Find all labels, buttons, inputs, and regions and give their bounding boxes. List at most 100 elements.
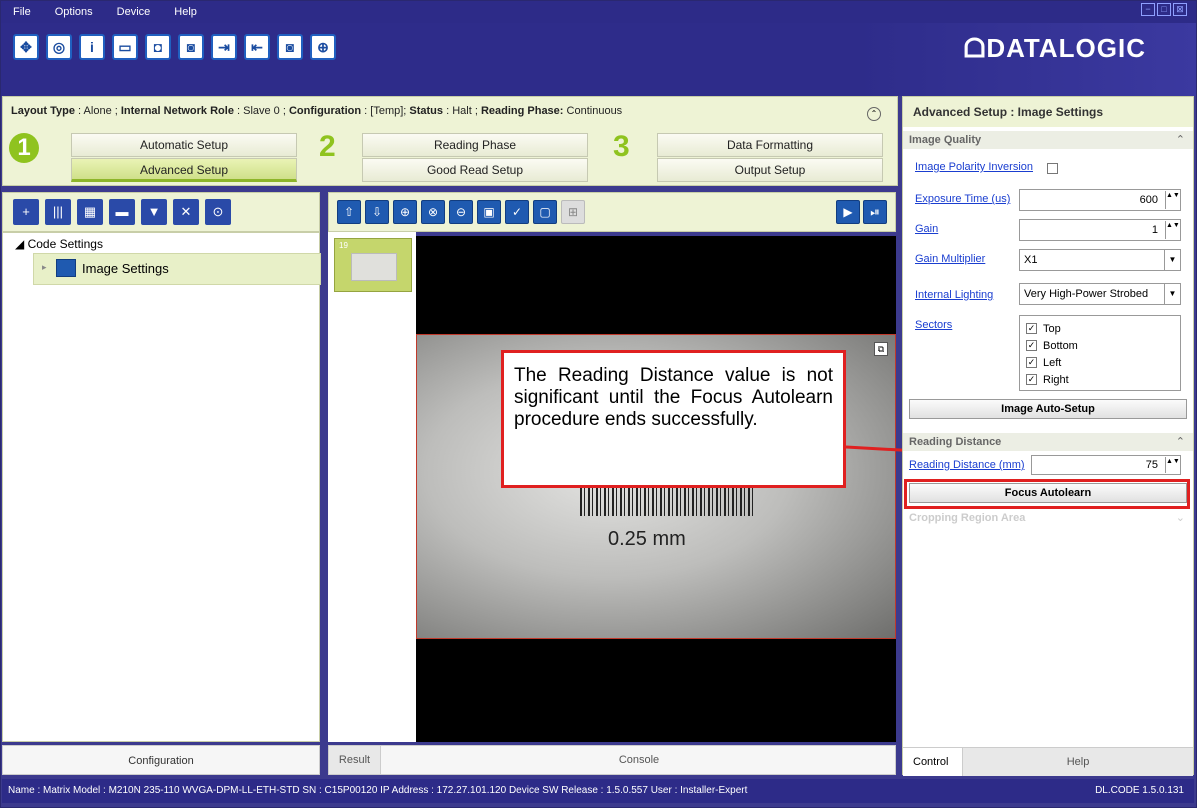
thumbnail-number: 19 [339,241,348,250]
play-icon[interactable]: ▶ [836,200,860,224]
sector-top[interactable]: ✓ Top [1026,320,1174,337]
sector-left[interactable]: ✓ Left [1026,354,1174,371]
image-auto-setup-button[interactable]: Image Auto-Setup [909,399,1187,419]
gain-multiplier-value: X1 [1024,254,1038,266]
image-quality-section[interactable]: Image Quality ⌃ [903,131,1193,149]
grid-icon[interactable]: ⊞ [561,200,585,224]
spinner-icon[interactable]: ▲▼ [1165,191,1180,209]
reading-phase-button[interactable]: Reading Phase [362,133,588,157]
exposure-link[interactable]: Exposure Time (us) [915,193,1010,205]
expand-icon: ⌃ [1175,134,1185,146]
chevron-down-icon[interactable]: ▼ [1164,284,1180,304]
window-icon[interactable]: ▭ [112,34,138,60]
internal-lighting-value: Very High-Power Strobed [1024,288,1149,300]
checkbox[interactable]: ✓ [1026,357,1037,368]
setup-panel: Layout Type : Alone ; Internal Network R… [2,96,898,186]
checkbox[interactable]: ✓ [1026,340,1037,351]
gain-multiplier-link[interactable]: Gain Multiplier [915,253,985,265]
sectors-link[interactable]: Sectors [915,319,952,331]
info-icon[interactable]: i [79,34,105,60]
checkbox[interactable]: ✓ [1026,323,1037,334]
image-thumbnails: 19 [328,232,416,742]
menu-help[interactable]: Help [162,6,209,18]
export-icon[interactable]: ⇥ [211,34,237,60]
internal-lighting-select[interactable]: Very High-Power Strobed ▼ [1019,283,1181,305]
spinner-icon[interactable]: ▲▼ [1165,457,1180,473]
menu-file[interactable]: File [1,6,43,18]
statistics-icon[interactable]: ⊕ [310,34,336,60]
result-tab[interactable]: Result [329,746,381,774]
thumbnail[interactable]: 19 [334,238,412,292]
exposure-input[interactable]: 600 ▲▼ [1019,189,1181,211]
check-icon[interactable]: ✓ [505,200,529,224]
polarity-checkbox[interactable] [1047,163,1058,174]
capture-icon[interactable]: ◙ [277,34,303,60]
output-setup-button[interactable]: Output Setup [657,158,883,182]
upload-icon[interactable]: ⇧ [337,200,361,224]
reading-distance-value: 75 [1145,459,1158,471]
reading-distance-input[interactable]: 75 ▲▼ [1031,455,1181,475]
polarity-link[interactable]: Image Polarity Inversion [915,161,1033,173]
spinner-icon[interactable]: ▲▼ [1165,221,1180,239]
frame-options-icon[interactable]: ⧉ [874,342,888,356]
camera-icon[interactable]: ◘ [145,34,171,60]
gain-link[interactable]: Gain [915,223,938,235]
reading-distance-section[interactable]: Reading Distance ⌃ [903,433,1193,451]
console-tab[interactable]: Console [381,746,897,774]
checkbox[interactable]: ✓ [1026,374,1037,385]
data-formatting-button[interactable]: Data Formatting [657,133,883,157]
chevron-down-icon[interactable]: ▼ [1164,250,1180,270]
barcode-icon[interactable]: ||| [45,199,71,225]
tree-item-image-settings[interactable]: ▸ Image Settings [33,253,321,285]
menu-device[interactable]: Device [105,6,163,18]
filter-icon[interactable]: ▼ [141,199,167,225]
camera-settings-icon[interactable]: ◙ [178,34,204,60]
automatic-setup-button[interactable]: Automatic Setup [71,133,297,157]
autolearn-icon[interactable]: ⊙ [205,199,231,225]
menu-options[interactable]: Options [43,6,105,18]
device-icon[interactable]: ◎ [46,34,72,60]
zoom-100-icon[interactable]: ⊗ [421,200,445,224]
sector-label: Left [1043,356,1062,369]
image-icon [56,259,76,277]
reading-distance-link[interactable]: Reading Distance (mm) [909,459,1025,471]
tree-root-code-settings[interactable]: ◢ Code Settings [15,237,103,251]
gain-input[interactable]: 1 ▲▼ [1019,219,1181,241]
sector-bottom[interactable]: ✓ Bottom [1026,337,1174,354]
configuration-toolbar: + ||| ▦ ▬ ▼ ✕ ⊙ [2,192,320,232]
panel-tabs: Control Help [903,747,1193,776]
thumbnail-image [351,253,397,281]
configuration-tab[interactable]: Configuration [2,745,320,775]
control-tab[interactable]: Control [903,748,963,776]
expand-icon: ⌃ [1175,436,1185,448]
connect-icon[interactable]: ✥ [13,34,39,60]
delete-icon[interactable]: ✕ [173,199,199,225]
step-play-icon[interactable]: ⏯ [863,200,887,224]
sector-label: Right [1043,373,1069,386]
roi-icon[interactable]: ▢ [533,200,557,224]
expand-icon[interactable]: ▸ [42,262,47,273]
zoom-in-icon[interactable]: ⊕ [393,200,417,224]
sector-label: Bottom [1043,339,1078,352]
gain-multiplier-select[interactable]: X1 ▼ [1019,249,1181,271]
good-read-setup-button[interactable]: Good Read Setup [362,158,588,182]
internal-lighting-link[interactable]: Internal Lighting [915,289,993,301]
save-image-icon[interactable]: ▣ [477,200,501,224]
cropping-region-section[interactable]: Cropping Region Area ⌄ [903,509,1193,527]
download-icon[interactable]: ⇩ [365,200,389,224]
datamatrix-icon[interactable]: ▦ [77,199,103,225]
add-icon[interactable]: + [13,199,39,225]
help-tab[interactable]: Help [963,748,1193,776]
zoom-out-icon[interactable]: ⊖ [449,200,473,224]
collapse-icon[interactable]: ⌃ [867,107,881,121]
close-icon[interactable]: ⊠ [1173,3,1187,16]
viewer-toolbar: ⇧ ⇩ ⊕ ⊗ ⊖ ▣ ✓ ▢ ⊞ ▶ ⏯ [328,192,896,232]
advanced-setup-button[interactable]: Advanced Setup [71,158,297,182]
sector-right[interactable]: ✓ Right [1026,371,1174,388]
properties-panel: Advanced Setup : Image Settings Image Qu… [902,96,1194,776]
import-icon[interactable]: ⇤ [244,34,270,60]
minimize-icon[interactable]: − [1141,3,1155,16]
section-title: Cropping Region Area [909,512,1026,524]
postal-code-icon[interactable]: ▬ [109,199,135,225]
maximize-icon[interactable]: □ [1157,3,1171,16]
